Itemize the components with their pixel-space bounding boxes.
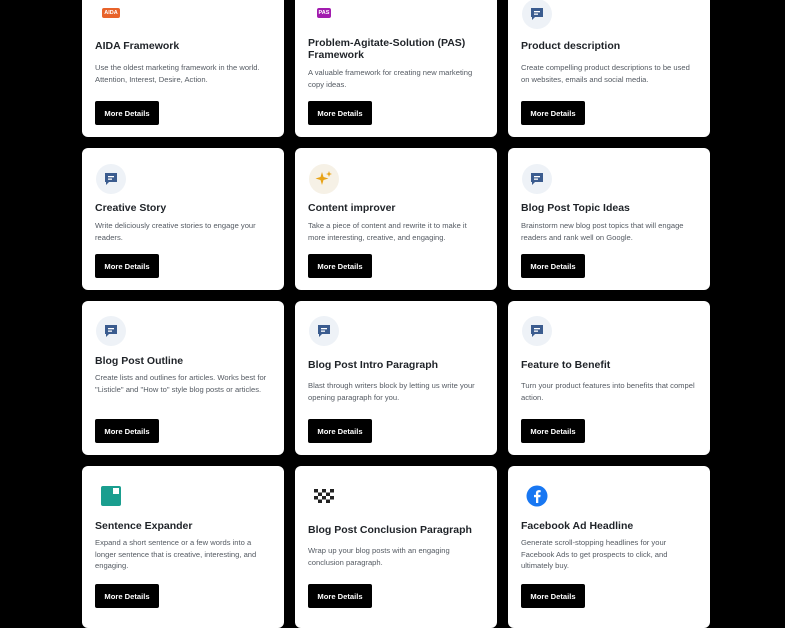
sparkles-icon <box>309 164 339 194</box>
chat-icon <box>309 316 339 346</box>
card-title: Content improver <box>308 202 396 214</box>
more-details-button[interactable]: More Details <box>95 101 159 125</box>
expand-icon <box>96 481 126 511</box>
template-card[interactable]: Facebook Ad Headline Generate scroll-sto… <box>508 466 710 628</box>
template-card[interactable]: Content improver Take a piece of content… <box>295 148 497 290</box>
template-card[interactable]: Blog Post Outline Create lists and outli… <box>82 301 284 455</box>
template-card[interactable]: AIDA AIDA Framework Use the oldest marke… <box>82 0 284 137</box>
card-title: Blog Post Topic Ideas <box>521 202 630 214</box>
more-details-button[interactable]: More Details <box>521 101 585 125</box>
card-title: Blog Post Intro Paragraph <box>308 359 439 371</box>
card-description: Create lists and outlines for articles. … <box>95 373 267 394</box>
pas-icon: PAS <box>316 8 332 18</box>
card-description: Generate scroll-stopping headlines for y… <box>521 538 668 570</box>
more-details-button[interactable]: More Details <box>308 584 372 608</box>
card-title: Product description <box>521 40 621 52</box>
more-details-button[interactable]: More Details <box>521 254 585 278</box>
more-details-button[interactable]: More Details <box>308 419 372 443</box>
card-description: Use the oldest marketing framework in th… <box>95 63 260 84</box>
template-card[interactable]: Blog Post Intro Paragraph Blast through … <box>295 301 497 455</box>
card-title: AIDA Framework <box>95 40 180 52</box>
card-title: Blog Post Conclusion Paragraph <box>308 524 472 536</box>
card-title: Feature to Benefit <box>521 359 611 371</box>
card-description: Blast through writers block by letting u… <box>308 381 475 402</box>
card-title: Blog Post Outline <box>95 355 184 367</box>
more-details-button[interactable]: More Details <box>521 419 585 443</box>
card-title: Sentence Expander <box>95 520 193 532</box>
card-title: Problem-Agitate-Solution (PAS) Framework <box>308 37 466 61</box>
card-title: Creative Story <box>95 202 167 214</box>
chat-icon <box>96 316 126 346</box>
template-card[interactable]: PAS Problem-Agitate-Solution (PAS) Frame… <box>295 0 497 137</box>
more-details-button[interactable]: More Details <box>95 254 159 278</box>
template-card[interactable]: Creative Story Write deliciously creativ… <box>82 148 284 290</box>
checkered-flag-icon <box>309 481 339 511</box>
card-description: Brainstorm new blog post topics that wil… <box>521 221 684 242</box>
card-description: Expand a short sentence or a few words i… <box>95 538 257 570</box>
card-description: A valuable framework for creating new ma… <box>308 68 473 89</box>
chat-icon <box>522 0 552 29</box>
aida-icon: AIDA <box>102 8 120 18</box>
template-card[interactable]: Sentence Expander Expand a short sentenc… <box>82 466 284 628</box>
card-description: Wrap up your blog posts with an engaging… <box>308 546 450 567</box>
more-details-button[interactable]: More Details <box>308 101 372 125</box>
facebook-icon <box>522 481 552 511</box>
card-description: Create compelling product descriptions t… <box>521 63 690 84</box>
template-card[interactable]: Blog Post Topic Ideas Brainstorm new blo… <box>508 148 710 290</box>
more-details-button[interactable]: More Details <box>95 584 159 608</box>
card-description: Take a piece of content and rewrite it t… <box>308 221 467 242</box>
card-title: Facebook Ad Headline <box>521 520 634 532</box>
more-details-button[interactable]: More Details <box>95 419 159 443</box>
more-details-button[interactable]: More Details <box>521 584 585 608</box>
chat-icon <box>522 316 552 346</box>
more-details-button[interactable]: More Details <box>308 254 372 278</box>
template-card[interactable]: Product description Create compelling pr… <box>508 0 710 137</box>
chat-icon <box>96 164 126 194</box>
template-card[interactable]: Blog Post Conclusion Paragraph Wrap up y… <box>295 466 497 628</box>
template-card[interactable]: Feature to Benefit Turn your product fea… <box>508 301 710 455</box>
card-description: Write deliciously creative stories to en… <box>95 221 256 242</box>
card-description: Turn your product features into benefits… <box>521 381 695 402</box>
chat-icon <box>522 164 552 194</box>
